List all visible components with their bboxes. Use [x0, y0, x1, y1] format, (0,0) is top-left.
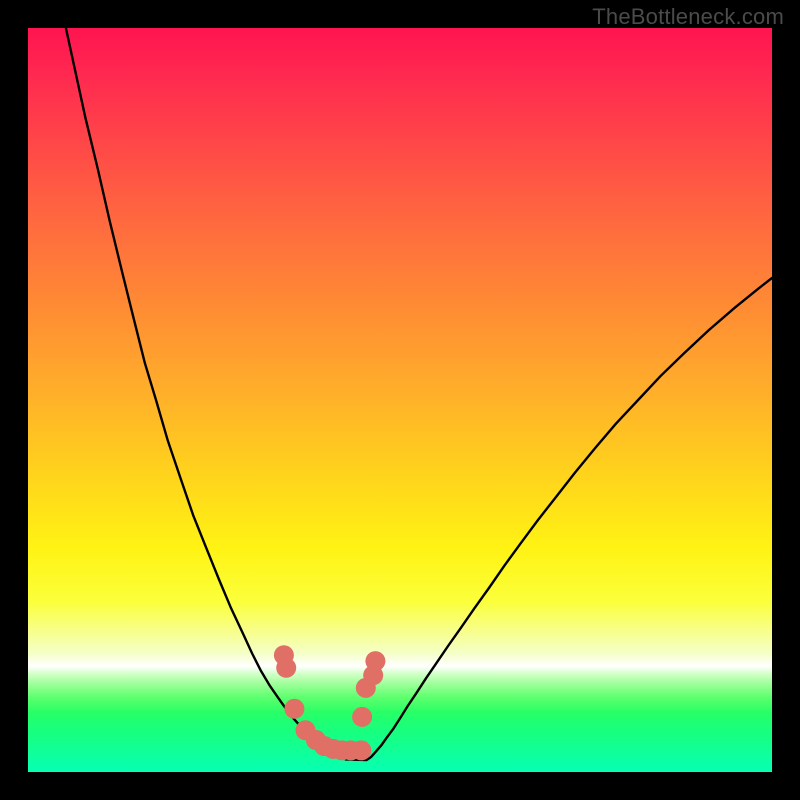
chart-svg	[28, 28, 772, 772]
data-marker	[352, 707, 372, 727]
data-marker	[351, 740, 371, 760]
data-marker	[284, 699, 304, 719]
curve-line	[66, 28, 772, 760]
plot-area	[28, 28, 772, 772]
data-marker	[365, 651, 385, 671]
chart-frame: TheBottleneck.com	[0, 0, 800, 800]
watermark-text: TheBottleneck.com	[592, 4, 784, 30]
data-marker	[276, 658, 296, 678]
marker-group	[274, 645, 386, 760]
